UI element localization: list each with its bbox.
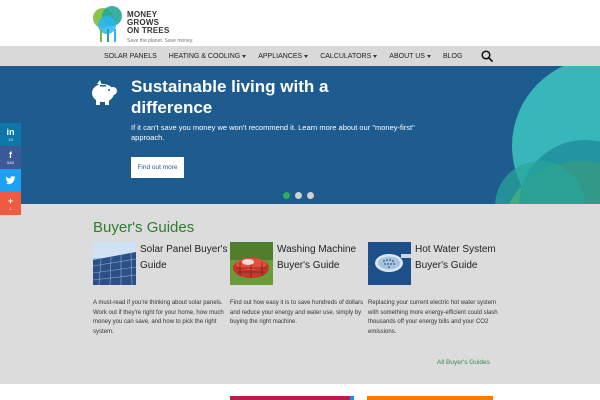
nav-item-label: SOLAR PANELS xyxy=(104,52,157,60)
guide-title[interactable]: Hot Water System Buyer's Guide xyxy=(415,242,505,274)
washing-machine-image[interactable] xyxy=(230,242,273,285)
nav-item-solar-panels[interactable]: SOLAR PANELS xyxy=(98,53,163,60)
section-accent-bar xyxy=(367,396,493,400)
logo-tagline: Save the planet. Save money. xyxy=(127,38,194,44)
nav-item-label: HEATING & COOLING xyxy=(168,52,241,60)
twitter-icon xyxy=(5,176,16,185)
caret-down-icon xyxy=(242,54,247,58)
twitter-share-button[interactable] xyxy=(0,169,21,192)
solar-panel-image[interactable] xyxy=(93,242,136,285)
carousel-dots xyxy=(283,192,314,199)
site-logo[interactable]: MONEY GROWS ON TREES Save the planet. Sa… xyxy=(92,5,212,45)
carousel-dot-2[interactable] xyxy=(295,192,302,199)
guide-title[interactable]: Washing Machine Buyer's Guide xyxy=(277,242,367,274)
search-icon[interactable] xyxy=(481,50,493,62)
linkedin-icon: in xyxy=(6,126,15,137)
nav-item-heating-cooling[interactable]: HEATING & COOLING xyxy=(163,53,252,60)
share-count: 13 xyxy=(8,136,13,142)
nav-item-label: APPLIANCES xyxy=(258,52,303,60)
nav-item-label: CALCULATORS xyxy=(320,52,372,60)
section-accent-bar xyxy=(350,396,354,400)
nav-item-appliances[interactable]: APPLIANCES xyxy=(252,53,314,60)
shower-head-image[interactable] xyxy=(368,242,411,285)
facebook-share-button[interactable]: f 540 xyxy=(0,146,21,169)
nav-item-blog[interactable]: BLOG xyxy=(437,53,468,60)
nav-items: SOLAR PANELS HEATING & COOLING APPLIANCE… xyxy=(98,46,468,66)
linkedin-share-button[interactable]: in 13 xyxy=(0,123,21,146)
next-section-strip xyxy=(0,384,600,400)
hero-title: Sustainable living with a difference xyxy=(131,77,329,117)
main-nav: SOLAR PANELS HEATING & COOLING APPLIANCE… xyxy=(0,46,600,66)
piggy-bank-icon xyxy=(92,80,117,105)
guide-title[interactable]: Solar Panel Buyer's Guide xyxy=(140,242,230,274)
social-share-bar: in 13 f 540 + 1 xyxy=(0,123,21,215)
guide-description: Find out how easy it is to save hundreds… xyxy=(230,300,364,326)
site-header: MONEY GROWS ON TREES Save the planet. Sa… xyxy=(0,0,600,46)
more-share-button[interactable]: + 1 xyxy=(0,192,21,215)
logo-wordmark: MONEY GROWS ON TREES xyxy=(127,11,170,35)
find-out-more-button[interactable]: Find out more xyxy=(131,157,184,178)
tree-logo-icon xyxy=(93,6,122,42)
guide-description: Replacing your current electric hot wate… xyxy=(368,300,498,335)
hero-banner: Sustainable living with a difference If … xyxy=(0,66,600,204)
share-count: 540 xyxy=(7,159,14,165)
guide-description: A must-read if you're thinking about sol… xyxy=(93,300,224,335)
share-count: 1 xyxy=(9,205,12,211)
nav-item-label: BLOG xyxy=(442,52,463,60)
carousel-dot-3[interactable] xyxy=(307,192,314,199)
caret-down-icon xyxy=(304,54,309,58)
caret-down-icon xyxy=(426,54,431,58)
buyers-guides-heading: Buyer's Guides xyxy=(93,219,195,236)
nav-item-calculators[interactable]: CALCULATORS xyxy=(314,53,383,60)
all-buyers-guides-link[interactable]: All Buyer's Guides xyxy=(437,359,490,366)
nav-item-about-us[interactable]: ABOUT US xyxy=(383,53,437,60)
plus-icon: + xyxy=(7,195,14,206)
carousel-dot-1[interactable] xyxy=(283,192,290,199)
caret-down-icon xyxy=(373,54,378,58)
nav-item-label: ABOUT US xyxy=(389,52,425,60)
logo-line-3: ON TREES xyxy=(127,26,170,35)
section-accent-bar xyxy=(230,396,354,400)
hero-text: If it can't save you money we won't reco… xyxy=(131,123,415,142)
facebook-icon: f xyxy=(9,149,12,160)
